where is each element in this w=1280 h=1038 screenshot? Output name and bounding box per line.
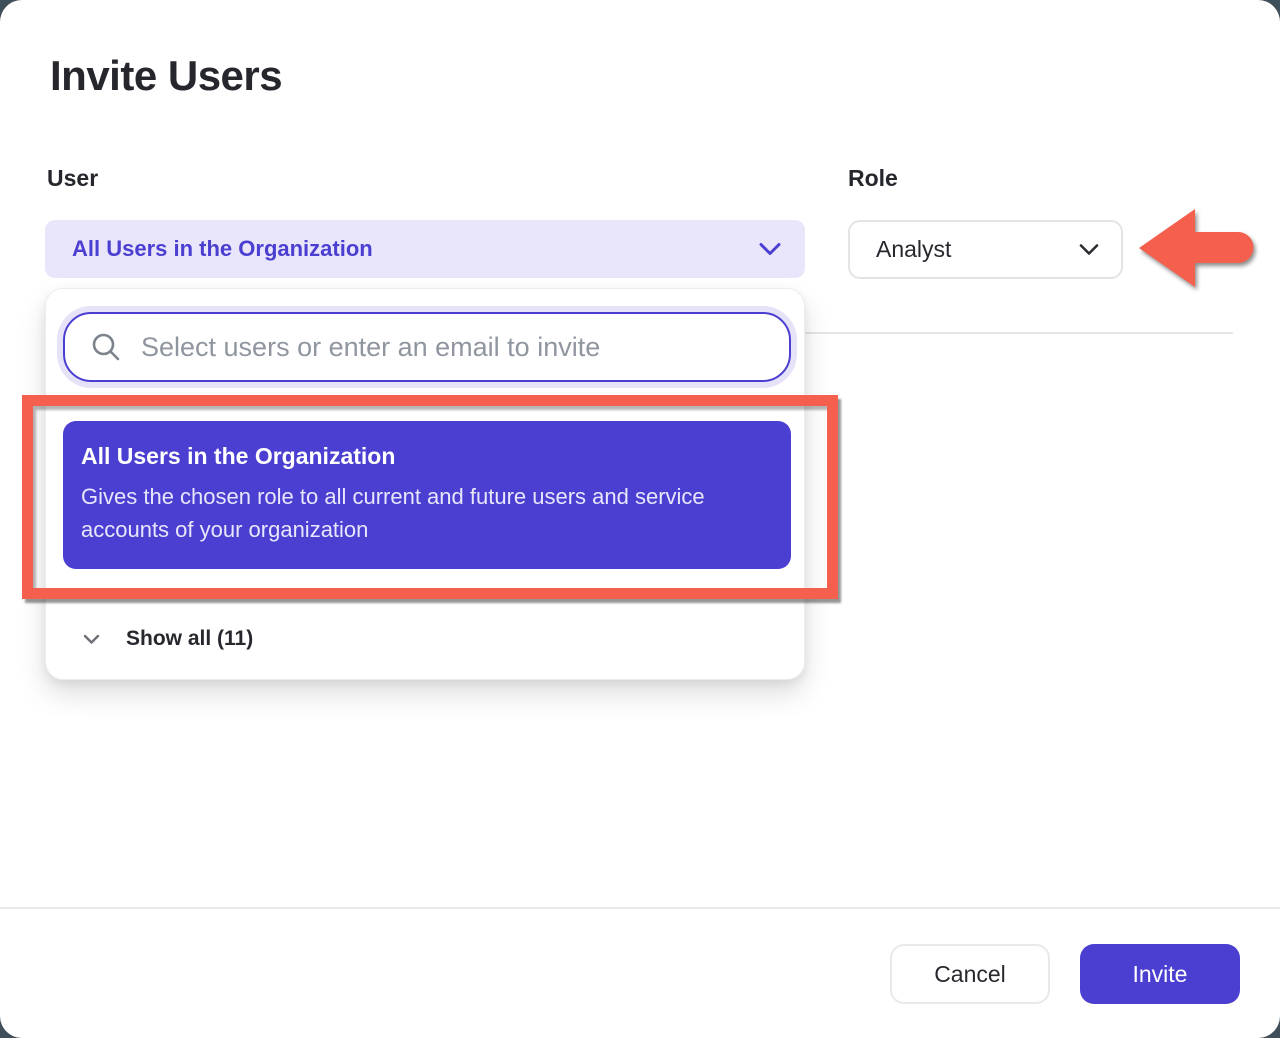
show-all-label: Show all (11) xyxy=(126,627,253,651)
user-search-box[interactable] xyxy=(63,312,791,382)
cancel-button[interactable]: Cancel xyxy=(890,944,1050,1004)
role-select-value: Analyst xyxy=(876,236,951,263)
user-dropdown-panel: All Users in the Organization Gives the … xyxy=(45,288,805,680)
show-all-toggle[interactable]: Show all (11) xyxy=(46,619,806,659)
user-field-label: User xyxy=(47,165,98,192)
invite-button[interactable]: Invite xyxy=(1080,944,1240,1004)
chevron-down-icon xyxy=(1079,243,1099,256)
option-title: All Users in the Organization xyxy=(81,443,755,470)
invite-users-modal: Invite Users User Role All Users in the … xyxy=(0,0,1280,1038)
chevron-down-icon xyxy=(83,634,100,645)
page-title: Invite Users xyxy=(50,52,282,100)
user-select[interactable]: All Users in the Organization xyxy=(45,220,805,278)
red-arrow-annotation xyxy=(1136,203,1254,295)
role-field-label: Role xyxy=(848,165,898,192)
chevron-down-icon xyxy=(759,242,781,256)
search-icon xyxy=(91,332,121,362)
user-select-value: All Users in the Organization xyxy=(72,236,373,262)
footer-divider xyxy=(0,907,1280,909)
role-select[interactable]: Analyst xyxy=(848,220,1123,279)
option-all-users[interactable]: All Users in the Organization Gives the … xyxy=(63,421,791,569)
user-search-input[interactable] xyxy=(139,331,769,364)
option-description: Gives the chosen role to all current and… xyxy=(81,480,755,546)
